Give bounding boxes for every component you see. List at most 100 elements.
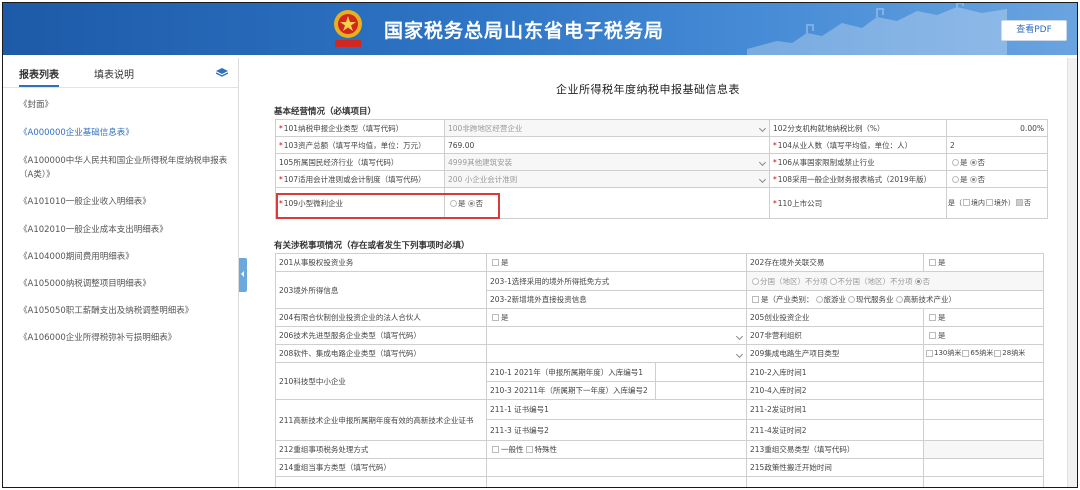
sidebar-item-a100000[interactable]: 《A100000中华人民共和国企业所得税年度纳税申报表（A类）》 — [19, 154, 229, 182]
row-202-check: 是 — [923, 253, 1044, 272]
row-209-label: 209集成电路生产项目类型 — [746, 344, 924, 363]
row-211-4-input[interactable] — [923, 419, 1044, 441]
sidebar-item-a101010[interactable]: 《A101010一般企业收入明细表》 — [19, 195, 229, 209]
row-101-select[interactable]: 100非跨地区经营企业 — [444, 119, 770, 137]
chevron-down-icon — [758, 124, 767, 133]
row-211-4-label: 211-4发证时间2 — [746, 419, 924, 441]
checkbox-209-130[interactable] — [926, 349, 933, 357]
row-103-label: * 103资产总额（填写平均值，单位：万元） — [275, 136, 445, 154]
row-107-select[interactable]: 200 小企业会计准则 — [444, 170, 770, 188]
radio-203-1-a[interactable] — [752, 277, 759, 285]
page-title: 企业所得税年度纳税申报基础信息表 — [556, 83, 740, 96]
tab-fill-instructions[interactable]: 填表说明 — [94, 66, 134, 81]
row-217-input-partial[interactable] — [923, 476, 1044, 487]
view-pdf-button[interactable]: 查看PDF — [1001, 20, 1067, 41]
row-205-label: 205创业投资企业 — [746, 308, 924, 327]
row-108-radios: 是否 — [946, 170, 1048, 188]
checkbox-209-65[interactable] — [962, 349, 970, 357]
checkbox-207[interactable] — [929, 332, 936, 339]
row-204-check: 是 — [486, 308, 747, 327]
row-110-options: 是（ 境内 境外）否 — [946, 187, 1048, 219]
row-214-input[interactable] — [486, 458, 747, 477]
row-211-1-label: 211-1 证书编号1 — [486, 399, 747, 420]
radio-108-no[interactable] — [969, 175, 977, 183]
sidebar-item-a102010[interactable]: 《A102010一般企业成本支出明细表》 — [19, 223, 229, 237]
radio-203-2-c[interactable] — [895, 296, 903, 303]
row-210-3-label: 210-3 20211年（所属期下一年度）入库编号2 — [486, 381, 656, 400]
row-212-label: 212重组事项税务处理方式 — [275, 440, 487, 459]
chevron-down-icon — [758, 175, 767, 184]
chevron-down-icon — [735, 350, 744, 358]
row-206-select[interactable] — [486, 326, 747, 345]
row-213-input[interactable] — [923, 440, 1044, 459]
tax-emblem-icon — [334, 10, 362, 47]
main-scrollbar[interactable] — [1067, 58, 1077, 487]
radio-203-1-c[interactable] — [914, 277, 922, 285]
row-207-label: 207非营利组织 — [746, 326, 924, 345]
checkbox-204[interactable] — [492, 314, 499, 321]
section-tax-title: 有关涉税事项情况（存在或者发生下列事项时必填） — [274, 241, 470, 251]
radio-106-no[interactable] — [969, 158, 977, 166]
sidebar-item-a105000[interactable]: 《A105000纳税调整项目明细表》 — [19, 277, 229, 291]
checkbox-212-general[interactable] — [492, 446, 499, 453]
row-211-2-input[interactable] — [923, 399, 1044, 420]
sidebar-item-a106000[interactable]: 《A106000企业所得税弥补亏损明细表》 — [19, 331, 229, 345]
row-214-label: 214重组当事方类型（填写代码） — [275, 458, 487, 477]
row-106-radios: 是否 — [946, 153, 1048, 171]
row-102-input[interactable]: 0.00% — [946, 119, 1048, 137]
checkbox-202[interactable] — [929, 259, 936, 266]
checkbox-209-28[interactable] — [994, 349, 1002, 357]
row-216-input-partial[interactable] — [486, 476, 747, 487]
row-203-2-options: 是（产业类别： 旅游业 现代服务业 高新技术产业） — [746, 290, 1044, 309]
row-203-1-radios: 分国（地区）不分项 不分国（地区）不分项否 — [746, 271, 1044, 291]
checkbox-212-special[interactable] — [525, 446, 533, 453]
sidebar-item-a105050[interactable]: 《A105050职工薪酬支出及纳税调整明细表》 — [19, 304, 229, 318]
checkbox-201[interactable] — [492, 259, 499, 266]
sidebar-item-cover[interactable]: 《封面》 — [19, 98, 229, 112]
row-201-label: 201从事股权投资业务 — [275, 253, 487, 272]
row-203-2-label: 203-2新增境外直接投资信息 — [486, 290, 747, 309]
row-217-label-partial — [746, 476, 924, 487]
row-215-input[interactable] — [923, 458, 1044, 477]
row-205-check: 是 — [923, 308, 1044, 327]
row-104-label: * 104从业人数（填写平均值，单位：人） — [769, 136, 947, 154]
row-210-1-input[interactable] — [655, 362, 747, 382]
chevron-down-icon — [758, 158, 767, 167]
report-sidebar: 报表列表 填表说明 《封面》 《A000000企业基础信息表》 《A100000… — [3, 58, 239, 487]
layers-icon[interactable] — [216, 68, 228, 78]
sidebar-item-a000000[interactable]: 《A000000企业基础信息表》 — [19, 126, 229, 140]
row-211-2-label: 211-2发证时间1 — [746, 399, 924, 420]
row-213-label: 213重组交易类型（填写代码） — [746, 440, 924, 459]
checkbox-205[interactable] — [929, 314, 936, 321]
radio-106-yes[interactable] — [952, 158, 959, 166]
row-212-options: 一般性 特殊性 — [486, 440, 747, 459]
row-210-4-input[interactable] — [923, 381, 1044, 400]
row-211-label: 211高新技术企业申报所属期年度有效的高新技术企业证书 — [275, 399, 487, 441]
row-210-2-input[interactable] — [923, 362, 1044, 382]
row-105-select[interactable]: 4999其他建筑安装 — [444, 153, 770, 171]
checkbox-110-domestic[interactable] — [963, 199, 970, 207]
tab-report-list[interactable]: 报表列表 — [19, 66, 59, 87]
row-110-label: * 110上市公司 — [769, 187, 947, 219]
row-103-input[interactable]: 769.00 — [444, 136, 770, 154]
row-215-label: 215政策性搬迁开始时间 — [746, 458, 924, 477]
row-105-label: 105所属国民经济行业（填写代码） — [275, 153, 445, 171]
radio-108-yes[interactable] — [952, 175, 959, 183]
browser-frame: 国家税务总局山东省电子税务局 查看PDF 报表列表 填表说明 《封面》 《A00… — [2, 2, 1078, 488]
radio-203-2-b[interactable] — [848, 296, 855, 303]
checkbox-110-no[interactable] — [1016, 199, 1023, 207]
row-208-select[interactable] — [486, 344, 747, 363]
row-104-input[interactable]: 2 — [946, 136, 1048, 154]
row-204-label: 204有限合伙制创业投资企业的法人合伙人 — [275, 308, 487, 327]
radio-203-2-a[interactable] — [815, 296, 823, 303]
row-208-label: 208软件、集成电路企业类型（填写代码） — [275, 344, 487, 363]
radio-203-1-b[interactable] — [829, 277, 837, 285]
row-210-3-input[interactable] — [655, 381, 747, 400]
row-210-2-label: 210-2入库时间1 — [746, 362, 924, 382]
row-210-label: 210科技型中小企业 — [275, 362, 487, 400]
checkbox-110-overseas[interactable] — [986, 199, 993, 207]
row-108-label: * 108采用一般企业财务报表格式（2019年版） — [769, 170, 947, 188]
checkbox-203-2[interactable] — [752, 296, 759, 303]
sidebar-item-a104000[interactable]: 《A104000期间费用明细表》 — [19, 250, 229, 264]
sidebar-collapse-handle[interactable] — [239, 258, 247, 292]
